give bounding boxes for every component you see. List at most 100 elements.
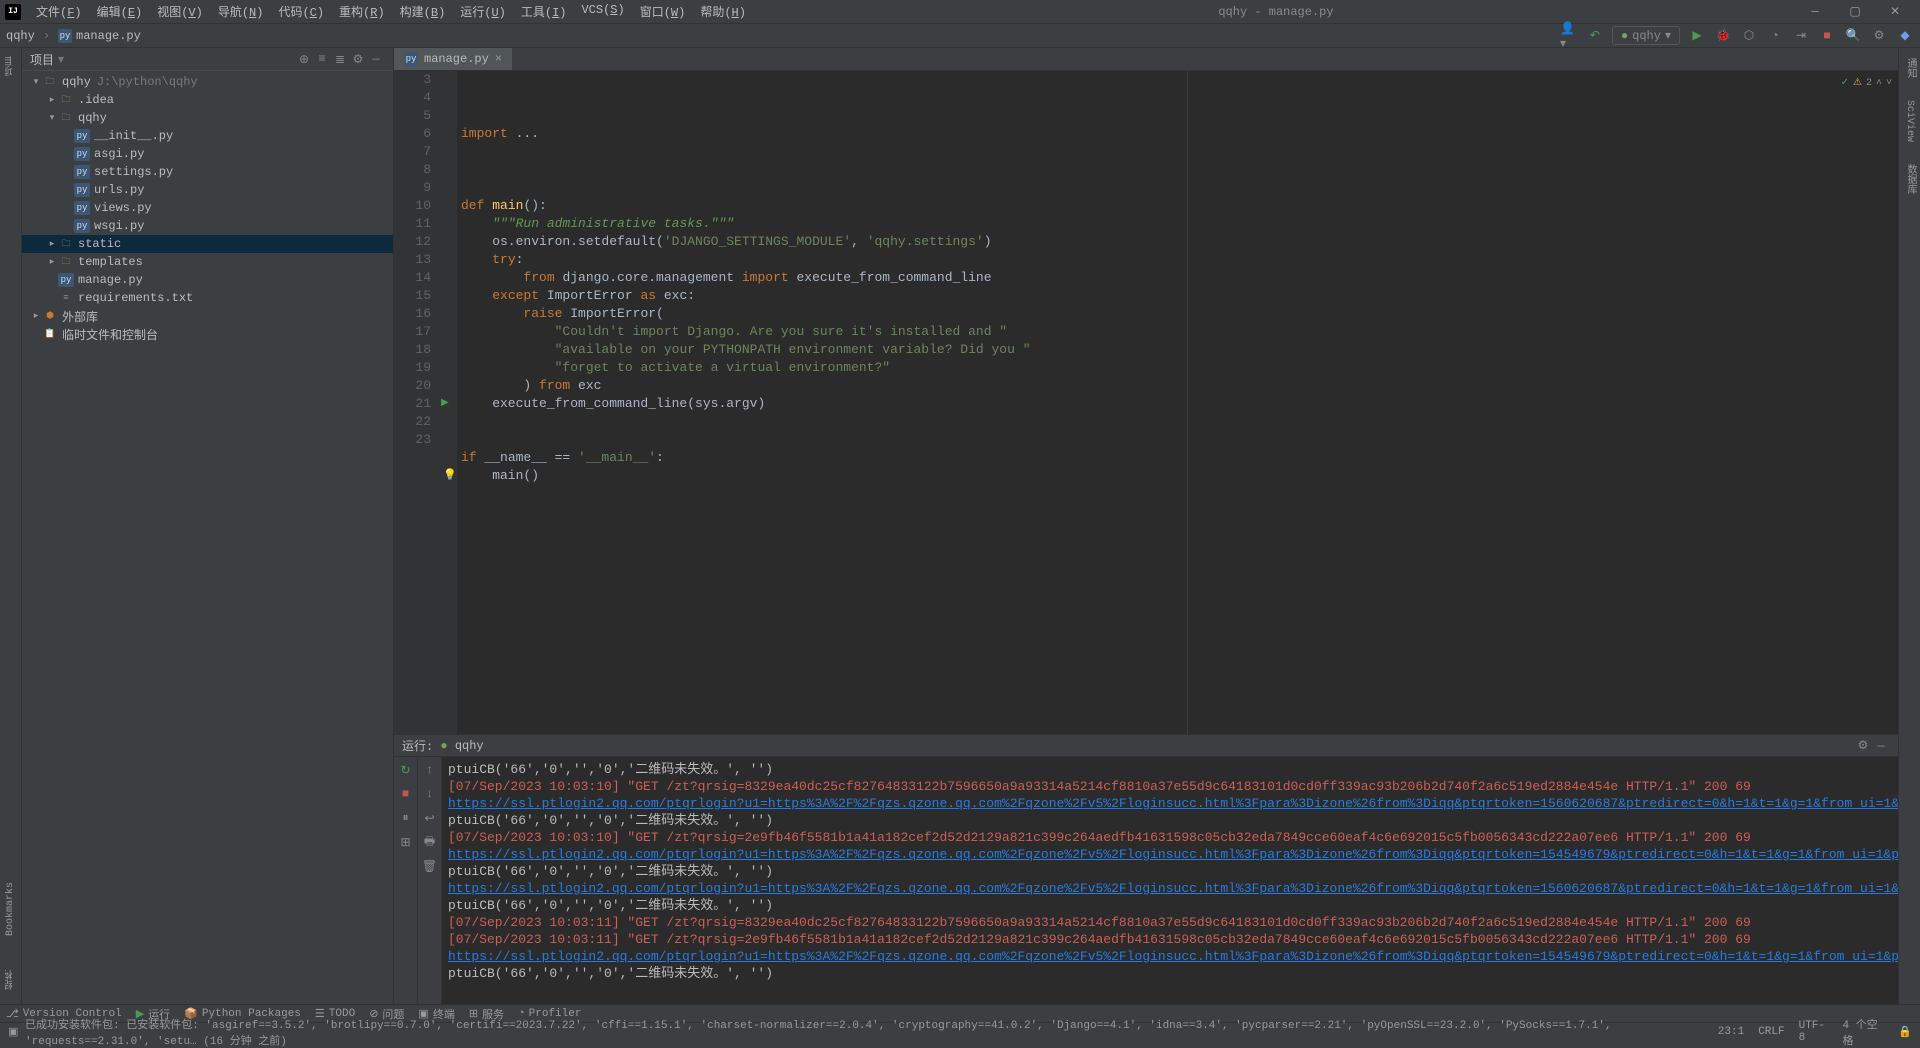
tree-node-settings.py[interactable]: pysettings.py — [22, 163, 393, 181]
database-tool-button[interactable]: 数据库 — [1902, 160, 1917, 198]
user-icon[interactable]: 👤▾ — [1560, 27, 1578, 45]
sciview-tool-button[interactable]: SciView — [1904, 96, 1915, 146]
expand-arrow-icon[interactable]: ▸ — [46, 95, 58, 105]
maximize-button[interactable]: ▢ — [1840, 2, 1870, 22]
code-line-11[interactable]: from django.core.management import execu… — [461, 269, 1898, 287]
menu-工具(I)[interactable]: 工具(I) — [515, 1, 573, 22]
hide-icon[interactable]: — — [1872, 737, 1890, 755]
tree-node-qqhy[interactable]: ▾🗀qqhy — [22, 109, 393, 127]
expand-arrow-icon[interactable]: ▸ — [46, 257, 58, 267]
code-line-22[interactable]: 💡 main() — [461, 467, 1898, 485]
code-line-3[interactable]: import ... — [461, 125, 1898, 143]
console-line[interactable]: https://ssl.ptlogin2.qq.com/ptqrlogin?u1… — [448, 846, 1892, 863]
editor-body[interactable]: 34567891011121314151617181920212223 ▶ im… — [394, 71, 1898, 734]
code-line-7[interactable]: def main(): — [461, 197, 1898, 215]
tree-node-wsgi.py[interactable]: pywsgi.py — [22, 217, 393, 235]
code-line-21[interactable]: if __name__ == '__main__': — [461, 449, 1898, 467]
menu-文件(F)[interactable]: 文件(F) — [30, 1, 88, 22]
code-line-17[interactable]: ) from exc — [461, 377, 1898, 395]
console-line[interactable]: https://ssl.ptlogin2.qq.com/ptqrlogin?u1… — [448, 948, 1892, 965]
tree-node-urls.py[interactable]: pyurls.py — [22, 181, 393, 199]
project-tool-button[interactable]: 项目 — [3, 52, 18, 80]
menu-编辑(E)[interactable]: 编辑(E) — [91, 1, 149, 22]
run-config-selector[interactable]: ● qqhy ▾ — [1612, 26, 1680, 45]
rerun-button[interactable]: ↻ — [397, 761, 415, 779]
menu-帮助(H)[interactable]: 帮助(H) — [694, 1, 752, 22]
code-line-6[interactable] — [461, 179, 1898, 197]
collapse-icon[interactable]: ≣ — [331, 50, 349, 68]
settings-icon[interactable]: ⚙ — [1870, 27, 1888, 45]
print-icon[interactable]: 🖶 — [421, 833, 439, 851]
console-output[interactable]: ptuiCB('66','0','','0','二维码未失效。', '')[07… — [442, 757, 1898, 1004]
tree-node-static[interactable]: ▸🗀static — [22, 235, 393, 253]
tree-node-templates[interactable]: ▸🗀templates — [22, 253, 393, 271]
git-branch-icon[interactable]: 🔒 — [1898, 1025, 1912, 1039]
trash-icon[interactable]: 🗑 — [421, 857, 439, 875]
code-line-23[interactable] — [461, 485, 1898, 503]
structure-tool-button[interactable]: 结构 — [3, 966, 18, 994]
expand-icon[interactable]: ≡ — [313, 50, 331, 68]
tree-node-requirements.txt[interactable]: ≡requirements.txt — [22, 289, 393, 307]
code-line-15[interactable]: "available on your PYTHONPATH environmen… — [461, 341, 1898, 359]
project-tree[interactable]: ▾🗀qqhyJ:\python\qqhy▸🗀.idea▾🗀qqhy py__in… — [22, 71, 393, 1004]
breadcrumb[interactable]: qqhy › py manage.py — [6, 29, 141, 43]
code-line-10[interactable]: try: — [461, 251, 1898, 269]
minimize-button[interactable]: ─ — [1800, 2, 1830, 22]
toolwindow-toggle-icon[interactable]: ▣ — [8, 1025, 18, 1039]
wrap-icon[interactable]: ↩ — [421, 809, 439, 827]
stop-button[interactable]: ■ — [397, 785, 415, 803]
menu-视图(V)[interactable]: 视图(V) — [151, 1, 209, 22]
console-line[interactable]: https://ssl.ptlogin2.qq.com/ptqrlogin?u1… — [448, 795, 1892, 812]
code-line-8[interactable]: """Run administrative tasks.""" — [461, 215, 1898, 233]
pause-button[interactable]: ⏸ — [397, 809, 415, 827]
tree-node-manage.py[interactable]: pymanage.py — [22, 271, 393, 289]
indent-info[interactable]: 4 个空格 — [1842, 1016, 1884, 1048]
chevron-up-icon[interactable]: ˄ — [1876, 75, 1882, 93]
close-button[interactable]: ✕ — [1880, 2, 1910, 22]
tree-node-views.py[interactable]: pyviews.py — [22, 199, 393, 217]
stop-button[interactable]: ■ — [1818, 27, 1836, 45]
hide-icon[interactable]: — — [367, 50, 385, 68]
profile-button[interactable]: ◔ — [1766, 27, 1784, 45]
code-area[interactable]: import ... def main(): """Run administrat… — [457, 71, 1898, 734]
expand-arrow-icon[interactable]: ▸ — [46, 239, 58, 249]
notifications-tool-button[interactable]: 通知 — [1902, 54, 1917, 82]
code-line-13[interactable]: raise ImportError( — [461, 305, 1898, 323]
inspections-widget[interactable]: ✓ ⚠2 ˄ ˅ — [1841, 75, 1892, 93]
code-line-4[interactable] — [461, 143, 1898, 161]
tree-node-外部库[interactable]: ▸⬢外部库 — [22, 307, 393, 325]
tree-node-asgi.py[interactable]: pyasgi.py — [22, 145, 393, 163]
menu-窗口(W)[interactable]: 窗口(W) — [634, 1, 692, 22]
menu-导航(N)[interactable]: 导航(N) — [212, 1, 270, 22]
attach-button[interactable]: ⇥ — [1792, 27, 1810, 45]
layout-button[interactable]: ⊞ — [397, 833, 415, 851]
caret-position[interactable]: 23:1 — [1718, 1026, 1744, 1038]
line-separator[interactable]: CRLF — [1758, 1026, 1784, 1038]
code-line-18[interactable]: execute_from_command_line(sys.argv) — [461, 395, 1898, 413]
tab-manage-py[interactable]: py manage.py × — [394, 48, 512, 70]
tree-node-临时文件和控制台[interactable]: 📋临时文件和控制台 — [22, 325, 393, 343]
gear-icon[interactable]: ⚙ — [1854, 737, 1872, 755]
run-button[interactable]: ▶ — [1688, 27, 1706, 45]
code-line-12[interactable]: except ImportError as exc: — [461, 287, 1898, 305]
menu-重构(R)[interactable]: 重构(R) — [333, 1, 391, 22]
code-line-16[interactable]: "forget to activate a virtual environmen… — [461, 359, 1898, 377]
coverage-button[interactable]: ⬡ — [1740, 27, 1758, 45]
tree-node-__init__.py[interactable]: py__init__.py — [22, 127, 393, 145]
debug-button[interactable]: 🐞 — [1714, 27, 1732, 45]
expand-arrow-icon[interactable]: ▸ — [30, 311, 42, 321]
intention-bulb-icon[interactable]: 💡 — [443, 467, 457, 485]
tree-node-qqhy[interactable]: ▾🗀qqhyJ:\python\qqhy — [22, 73, 393, 91]
code-line-5[interactable] — [461, 161, 1898, 179]
ai-icon[interactable]: ◆ — [1896, 27, 1914, 45]
expand-arrow-icon[interactable]: ▾ — [30, 77, 42, 87]
bookmarks-tool-button[interactable]: Bookmarks — [5, 878, 16, 940]
code-line-19[interactable] — [461, 413, 1898, 431]
back-icon[interactable]: ↶ — [1586, 27, 1604, 45]
code-line-14[interactable]: "Couldn't import Django. Are you sure it… — [461, 323, 1898, 341]
code-line-20[interactable] — [461, 431, 1898, 449]
menu-代码(C)[interactable]: 代码(C) — [272, 1, 330, 22]
run-gutter-icon[interactable]: ▶ — [441, 395, 449, 413]
up-icon[interactable]: ↑ — [421, 761, 439, 779]
close-tab-icon[interactable]: × — [495, 52, 502, 66]
